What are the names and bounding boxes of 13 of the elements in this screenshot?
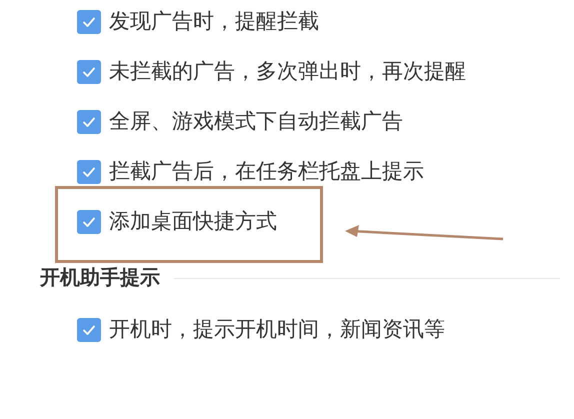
option-label: 开机时，提示开机时间，新闻资讯等 (109, 317, 445, 344)
checkbox[interactable] (77, 210, 101, 234)
option-label: 未拦截的广告，多次弹出时，再次提醒 (109, 59, 466, 86)
checkbox[interactable] (77, 160, 101, 184)
option-label: 全屏、游戏模式下自动拦截广告 (109, 109, 403, 136)
option-label: 拦截广告后，在任务栏托盘上提示 (109, 159, 424, 186)
checkbox[interactable] (77, 110, 101, 134)
checkbox[interactable] (77, 10, 101, 34)
option-label: 添加桌面快捷方式 (109, 209, 277, 236)
checkbox[interactable] (77, 318, 101, 342)
option-label: 发现广告时，提醒拦截 (109, 9, 319, 36)
checkbox[interactable] (77, 60, 101, 84)
section-heading: 开机助手提示 (40, 266, 160, 291)
